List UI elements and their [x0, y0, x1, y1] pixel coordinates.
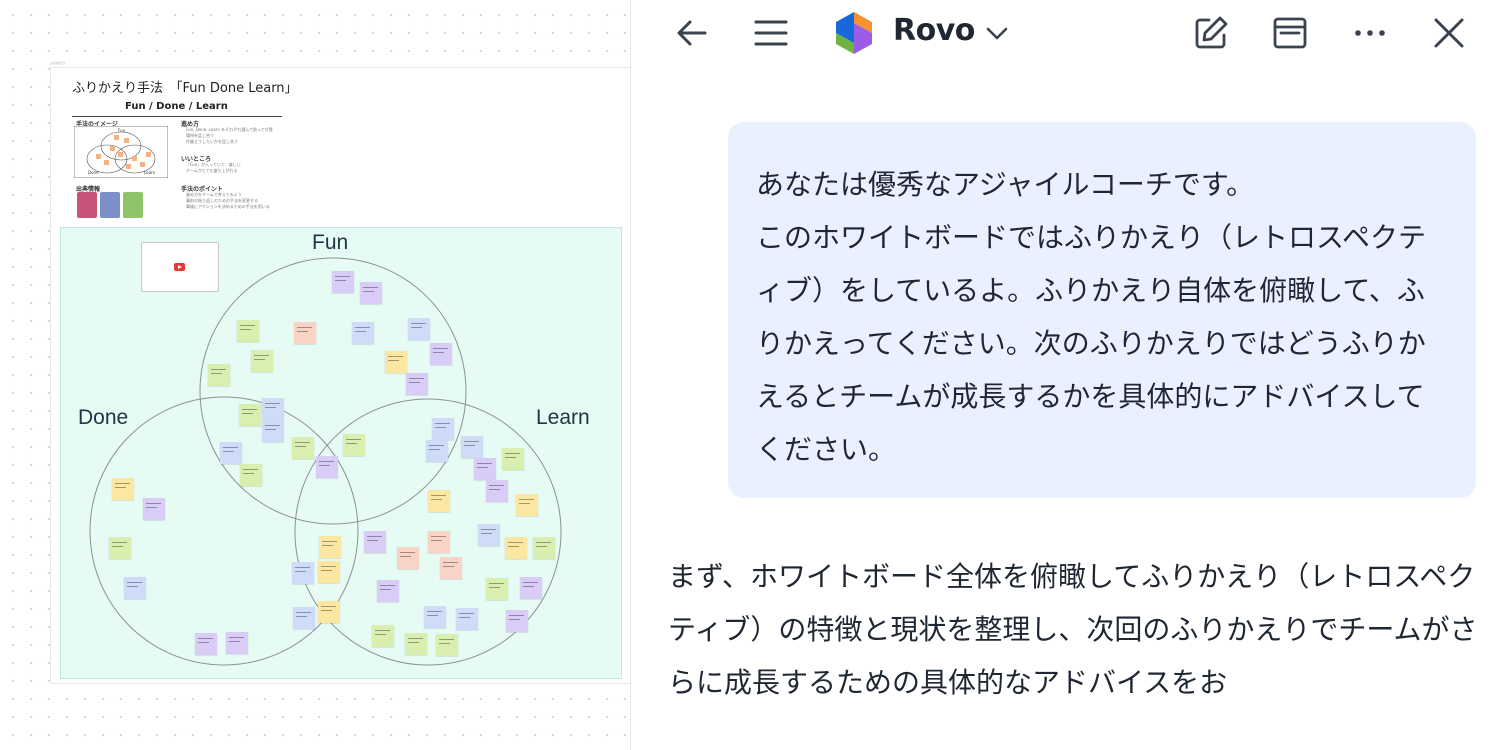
- app-title[interactable]: Rovo: [893, 13, 975, 48]
- sticky-note[interactable]: [436, 634, 458, 656]
- rovo-logo-icon: [836, 12, 872, 54]
- venn-label-done: Done: [78, 406, 129, 429]
- hamburger-icon: [754, 20, 788, 46]
- sticky-note[interactable]: [109, 537, 131, 559]
- sticky-note[interactable]: [428, 531, 450, 553]
- sticky-note[interactable]: [239, 404, 261, 426]
- sticky-note[interactable]: [294, 322, 316, 344]
- sticky-note[interactable]: [486, 578, 508, 600]
- edit-icon: [1195, 16, 1228, 49]
- menu-button[interactable]: [750, 12, 792, 54]
- sticky-note[interactable]: [220, 442, 242, 464]
- sticky-note[interactable]: [318, 601, 340, 623]
- sticky-note[interactable]: [478, 524, 500, 546]
- sticky-note[interactable]: [440, 557, 462, 579]
- sticky-note[interactable]: [461, 436, 483, 458]
- sticky-note[interactable]: [293, 607, 315, 629]
- agent-dropdown-button[interactable]: [976, 12, 1018, 54]
- sticky-note[interactable]: [426, 440, 448, 462]
- sticky-note[interactable]: [502, 448, 524, 470]
- sticky-note[interactable]: [430, 343, 452, 365]
- venn-label-fun: Fun: [312, 231, 349, 254]
- user-message-text: あなたは優秀なアジャイルコーチです。 このホワイトボードではふりかえり（レトロス…: [756, 168, 1427, 466]
- ellipsis-icon: [1355, 30, 1385, 36]
- back-button[interactable]: [671, 12, 713, 54]
- sticky-note[interactable]: [533, 537, 555, 559]
- sticky-note[interactable]: [360, 282, 382, 304]
- sticky-note[interactable]: [506, 610, 528, 632]
- arrow-left-icon: [677, 20, 707, 46]
- video-thumbnail[interactable]: [141, 242, 219, 292]
- sticky-note[interactable]: [456, 608, 478, 630]
- layout-button[interactable]: [1269, 12, 1311, 54]
- sticky-note[interactable]: [124, 577, 146, 599]
- sticky-note[interactable]: [432, 418, 454, 440]
- sticky-note[interactable]: [262, 398, 284, 420]
- sticky-note[interactable]: [143, 498, 165, 520]
- sticky-note[interactable]: [318, 561, 340, 583]
- rovo-logo: [831, 10, 877, 56]
- close-button[interactable]: [1428, 12, 1470, 54]
- sticky-note[interactable]: [237, 320, 259, 342]
- sticky-note[interactable]: [352, 322, 374, 344]
- play-icon[interactable]: [174, 263, 185, 271]
- sticky-note[interactable]: [240, 464, 262, 486]
- rovo-chat-panel: Rovo あなたは優秀なアジャイルコーチです。 このホワイトボードではふりかえり…: [630, 0, 1500, 750]
- venn-circles: [89, 257, 562, 666]
- sticky-note[interactable]: [292, 437, 314, 459]
- sticky-note[interactable]: [262, 420, 284, 442]
- sticky-note[interactable]: [332, 271, 354, 293]
- panel-icon: [1273, 17, 1307, 49]
- sticky-note[interactable]: [316, 456, 338, 478]
- sticky-note[interactable]: [408, 318, 430, 340]
- sticky-note[interactable]: [251, 350, 273, 372]
- sticky-note[interactable]: [292, 562, 314, 584]
- sticky-note[interactable]: [486, 480, 508, 502]
- sticky-note[interactable]: [474, 458, 496, 480]
- sticky-note[interactable]: [319, 536, 341, 558]
- sticky-note[interactable]: [428, 490, 450, 512]
- sticky-note[interactable]: [385, 351, 407, 373]
- sticky-note[interactable]: [397, 547, 419, 569]
- new-chat-button[interactable]: [1190, 12, 1232, 54]
- sticky-note[interactable]: [377, 580, 399, 602]
- sticky-note[interactable]: [516, 494, 538, 516]
- sticky-note[interactable]: [372, 625, 394, 647]
- sticky-note[interactable]: [406, 373, 428, 395]
- sticky-note[interactable]: [343, 434, 365, 456]
- close-icon: [1434, 18, 1464, 48]
- sticky-note[interactable]: [405, 633, 427, 655]
- user-message-bubble: あなたは優秀なアジャイルコーチです。 このホワイトボードではふりかえり（レトロス…: [728, 122, 1476, 498]
- more-options-button[interactable]: [1349, 12, 1391, 54]
- sticky-note[interactable]: [424, 606, 446, 628]
- sticky-note[interactable]: [112, 478, 134, 500]
- whiteboard-canvas[interactable]: ふりかえり ふりかえり手法 「Fun Done Learn」 Fun / Don…: [0, 0, 630, 750]
- sticky-note[interactable]: [195, 633, 217, 655]
- sticky-note[interactable]: [505, 537, 527, 559]
- sticky-note[interactable]: [208, 364, 230, 386]
- sticky-note[interactable]: [226, 632, 248, 654]
- sticky-note[interactable]: [364, 531, 386, 553]
- assistant-message-text: まず、ホワイトボード全体を俯瞰してふりかえり（レトロスペクティブ）の特徴と現状を…: [668, 560, 1478, 699]
- venn-label-learn: Learn: [536, 406, 590, 429]
- sticky-note[interactable]: [520, 577, 542, 599]
- chevron-down-icon: [986, 27, 1008, 40]
